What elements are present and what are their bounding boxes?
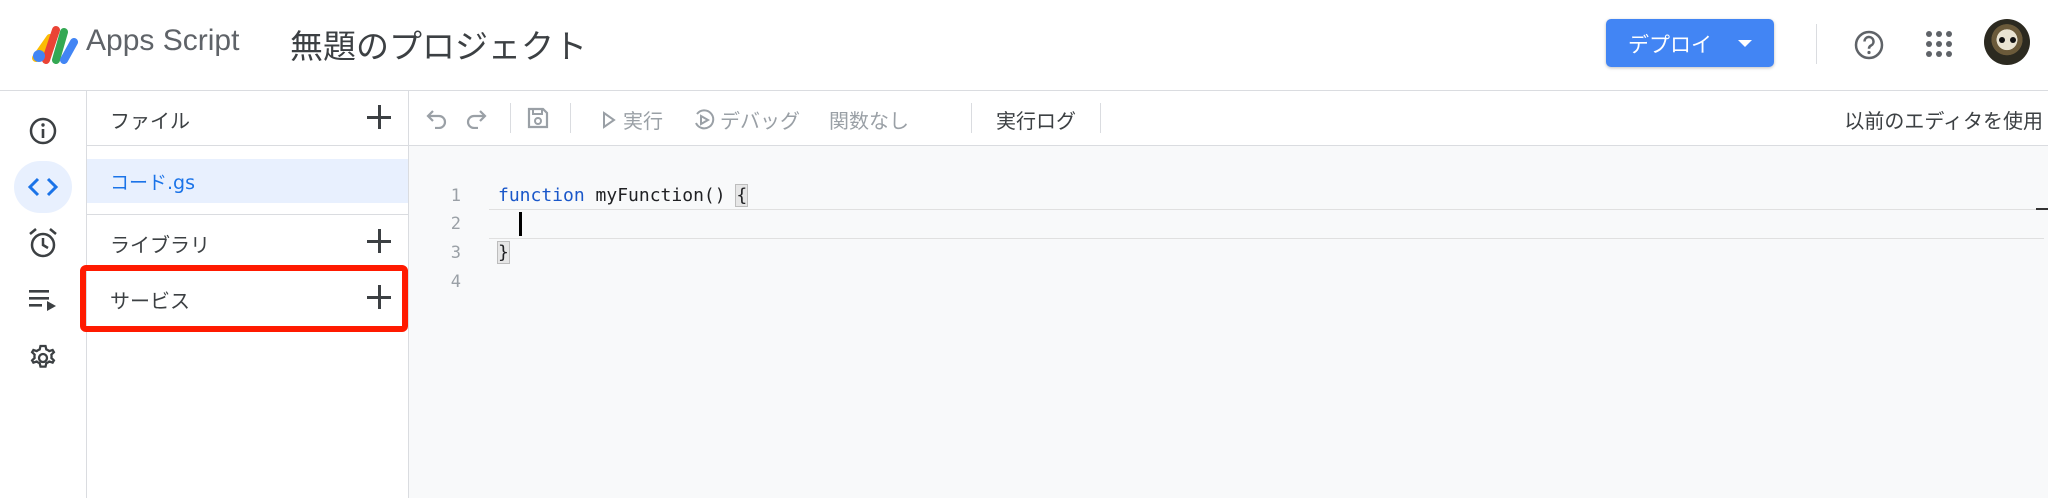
divider [1100,103,1101,133]
info-icon [29,117,57,145]
editor-toolbar: 実行 デバッグ 関数なし 実行ログ 以前のエディタを使用 [409,91,2048,146]
file-name: コード.gs [110,172,195,194]
debug-label: デバッグ [720,109,800,133]
line-number: 3 [450,243,461,263]
use-legacy-editor-button[interactable]: 以前のエディタを使用 [1844,105,2043,134]
play-icon [603,110,616,129]
function-select[interactable]: 関数なし [829,105,909,134]
files-header: ファイル [87,91,408,145]
line-number: 1 [450,186,461,206]
apps-script-logo[interactable] [30,20,78,64]
divider [510,103,511,133]
alarm-icon [29,228,57,258]
deploy-button[interactable]: デプロイ [1606,19,1774,67]
divider [570,103,571,133]
rail-item-overview[interactable] [14,105,72,157]
help-icon[interactable] [1852,28,1886,62]
rail-item-executions[interactable] [14,274,72,326]
rail-item-settings[interactable] [14,331,72,383]
line-number: 4 [450,272,461,292]
avatar[interactable] [1984,19,2030,65]
gear-icon [30,344,56,368]
libraries-header: ライブラリ [87,215,408,269]
project-title[interactable]: 無題のプロジェクト [290,20,587,68]
libraries-label: ライブラリ [110,233,210,257]
app-name: Apps Script [86,24,240,57]
add-file-plus-icon[interactable] [366,104,392,130]
rail-item-editor[interactable] [14,161,72,213]
code-editor[interactable]: 1 2 3 4 function myFunction() { } [409,146,2048,498]
redo-icon[interactable] [465,107,487,129]
scrollbar-marker [2036,208,2048,210]
avatar-eye [2010,37,2016,43]
run-label: 実行 [623,109,663,133]
undo-icon[interactable] [426,107,448,129]
open-brace: { [735,184,749,207]
services-highlight-box [80,265,408,332]
divider [87,145,408,146]
divider [1816,24,1817,64]
code-line-1: function myFunction() { [498,184,749,207]
current-line-highlight [489,209,2044,239]
caret-down-icon [1738,40,1752,47]
run-button[interactable]: 実行 [601,105,663,134]
file-item-code-gs[interactable]: コード.gs [87,159,408,203]
divider [971,103,972,133]
add-library-plus-icon[interactable] [366,228,392,254]
apps-grid-icon[interactable] [1923,28,1955,60]
function-signature: myFunction() [584,185,737,206]
close-brace: } [497,241,510,264]
execution-log-button[interactable]: 実行ログ [996,105,1076,134]
code-line-3: } [497,241,510,264]
code-icon [27,177,59,197]
line-number: 2 [450,214,461,234]
list-play-icon [29,290,56,311]
files-label: ファイル [110,109,190,133]
debug-icon [695,108,715,129]
deploy-button-label: デプロイ [1628,33,1712,57]
debug-button[interactable]: デバッグ [692,105,800,134]
save-icon[interactable] [526,106,550,130]
rail-item-triggers[interactable] [14,217,72,269]
avatar-eye [1999,37,2005,43]
keyword-function: function [498,185,585,206]
nav-rail [0,91,87,498]
top-bar: Apps Script 無題のプロジェクト デプロイ [0,0,2048,91]
function-select-value: 関数なし [829,109,909,133]
text-cursor [519,212,522,236]
